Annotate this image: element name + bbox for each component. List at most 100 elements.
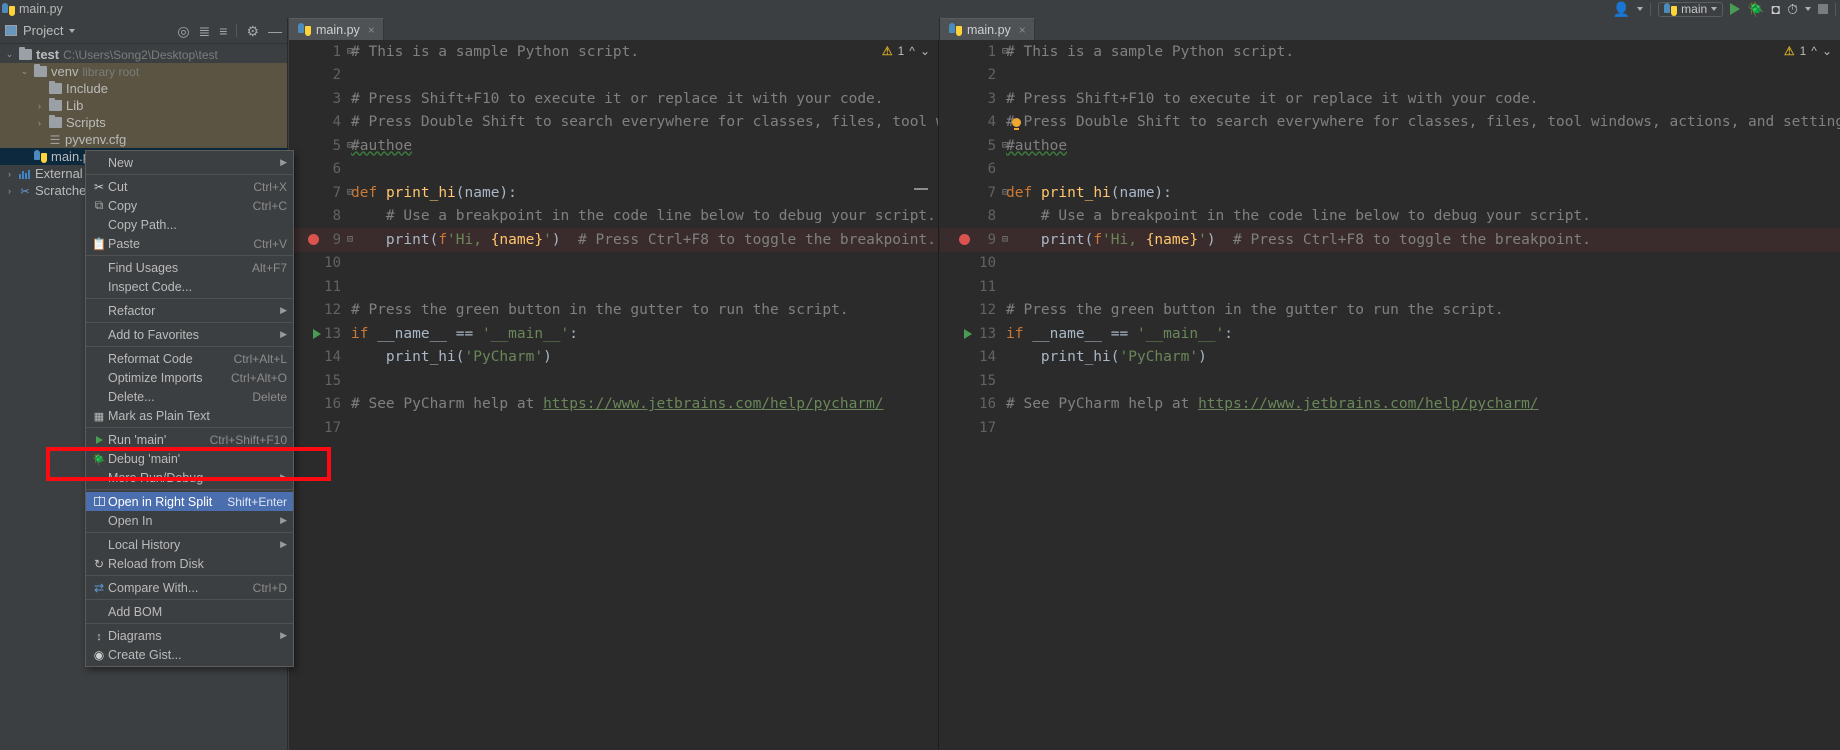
gutter-line-number[interactable]: 17 [289,420,345,436]
gutter-line-number[interactable]: 1 [289,44,345,60]
collapse-all-icon[interactable]: ≡ [219,24,227,38]
run-with-coverage-icon[interactable]: ◘ [1772,2,1780,16]
gear-icon[interactable]: ⚙ [246,24,259,38]
user-icon[interactable]: 👤 [1613,2,1630,16]
menu-item-reformat-code[interactable]: Reformat Code Ctrl+Alt+L [86,349,293,368]
code-fold-icon[interactable]: ⊟ [1002,234,1008,245]
gutter-line-number[interactable]: 10 [940,255,1000,271]
inspection-widget-right[interactable]: ⚠ 1 ^ ⌄ [1784,44,1832,58]
tree-item-test[interactable]: ⌄ test C:\Users\Song2\Desktop\test [0,46,287,63]
menu-item-open-in-right-split[interactable]: Open in Right Split Shift+Enter [86,492,293,511]
code-fold-icon[interactable]: ⊟ [347,234,353,245]
chevron-down-icon[interactable]: ⌄ [19,66,30,77]
project-panel-title[interactable]: Project [23,23,63,38]
tree-item-include[interactable]: ›Include [0,80,287,97]
tree-item-venv[interactable]: ⌄ venv library root [0,63,287,80]
gutter-line-number[interactable]: 5 [289,138,345,154]
menu-item-run-main[interactable]: Run 'main' Ctrl+Shift+F10 [86,430,293,449]
chevron-up-icon[interactable]: ^ [909,44,915,58]
tree-item-pyvenv-cfg[interactable]: ›☰pyvenv.cfg [0,131,287,148]
locate-icon[interactable]: ◎ [177,24,189,38]
close-icon[interactable]: × [1019,23,1026,37]
code-fold-icon[interactable]: ⊟ [347,46,353,57]
gutter-line-number[interactable]: 9 [289,232,345,248]
chevron-right-icon[interactable]: › [34,118,45,128]
breakpoint-icon[interactable] [959,234,970,246]
project-view-chevron-down-icon[interactable] [69,28,76,33]
chevron-up-icon[interactable]: ^ [1811,44,1817,58]
gutter-line-number[interactable]: 14 [940,349,1000,365]
gutter-line-number[interactable]: 14 [289,349,345,365]
gutter-line-number[interactable]: 8 [289,208,345,224]
run-configuration-selector[interactable]: main [1658,1,1724,17]
hide-icon[interactable]: — [268,24,282,38]
menu-item-mark-as-plain-text[interactable]: ▦ Mark as Plain Text [86,406,293,425]
menu-item-compare-with[interactable]: ⇄ Compare With... Ctrl+D [86,578,293,597]
menu-item-cut[interactable]: ✂ Cut Ctrl+X [86,177,293,196]
menu-item-new[interactable]: New ▶ [86,153,293,172]
editor-tab-main-py-left[interactable]: main.py × [289,18,384,40]
gutter-line-number[interactable]: 13 [940,326,1000,342]
gutter-line-number[interactable]: 12 [940,302,1000,318]
gutter-line-number[interactable]: 4 [289,114,345,130]
run-button[interactable] [1730,3,1741,15]
run-gutter-icon[interactable] [313,328,321,339]
gutter-line-number[interactable]: 15 [289,373,345,389]
gutter-line-number[interactable]: 17 [940,420,1000,436]
menu-item-reload-from-disk[interactable]: ↻ Reload from Disk [86,554,293,573]
intention-bulb-icon[interactable] [1012,117,1021,130]
gutter-line-number[interactable]: 11 [940,279,1000,295]
gutter-line-number[interactable]: 6 [289,161,345,177]
gutter-line-number[interactable]: 16 [289,396,345,412]
code-fold-icon[interactable]: ⊟ [1002,187,1008,198]
gutter-line-number[interactable]: 3 [940,91,1000,107]
menu-item-copy-path[interactable]: Copy Path... [86,215,293,234]
breakpoint-icon[interactable] [308,234,319,246]
editor-pane-left[interactable]: ⚠ 1 ^ ⌄ 1 ⊟ # This is a sample Python scri… [289,40,939,750]
gutter-line-number[interactable]: 12 [289,302,345,318]
gutter-line-number[interactable]: 9 [940,232,1000,248]
chevron-right-icon[interactable]: › [4,169,15,179]
menu-item-refactor[interactable]: Refactor ▶ [86,301,293,320]
profile-icon[interactable]: ⏱ [1787,2,1798,16]
gutter-line-number[interactable]: 2 [289,67,345,83]
menu-item-delete[interactable]: Delete... Delete [86,387,293,406]
user-chevron-down-icon[interactable] [1637,7,1644,11]
expand-all-icon[interactable]: ≣ [199,24,211,38]
chevron-down-icon[interactable]: ⌄ [1822,44,1832,58]
close-icon[interactable]: × [368,23,375,37]
editor-tab-main-py-right[interactable]: main.py × [940,18,1035,40]
code-fold-icon[interactable]: ⊟ [1002,140,1008,151]
breadcrumb[interactable]: main.py [0,2,63,16]
menu-item-paste[interactable]: 📋 Paste Ctrl+V [86,234,293,253]
chevron-right-icon[interactable]: › [4,186,15,196]
gutter-line-number[interactable]: 6 [940,161,1000,177]
editor-pane-right[interactable]: ⚠ 1 ^ ⌄ 1 ⊟ # This is a sample Python scri… [940,40,1840,750]
code-fold-icon[interactable]: ⊟ [347,187,353,198]
run-gutter-icon[interactable] [964,328,972,339]
gutter-line-number[interactable]: 13 [289,326,345,342]
menu-item-find-usages[interactable]: Find Usages Alt+F7 [86,258,293,277]
menu-item-diagrams[interactable]: ↕ Diagrams ▶ [86,626,293,645]
gutter-line-number[interactable]: 4 [940,114,1000,130]
code-fold-icon[interactable]: ⊟ [1002,46,1008,57]
code-fold-icon[interactable]: ⊟ [347,140,353,151]
menu-item-more-run-debug[interactable]: More Run/Debug ▶ [86,468,293,487]
gutter-line-number[interactable]: 8 [940,208,1000,224]
gutter-line-number[interactable]: 7 [940,185,1000,201]
menu-item-add-bom[interactable]: Add BOM [86,602,293,621]
chevron-down-icon[interactable]: ⌄ [4,49,15,60]
menu-item-add-to-favorites[interactable]: Add to Favorites ▶ [86,325,293,344]
debug-icon[interactable]: 🪲 [1747,2,1764,16]
gutter-line-number[interactable]: 11 [289,279,345,295]
gutter-line-number[interactable]: 5 [940,138,1000,154]
menu-item-debug-main[interactable]: 🪲 Debug 'main' [86,449,293,468]
gutter-line-number[interactable]: 2 [940,67,1000,83]
menu-item-optimize-imports[interactable]: Optimize Imports Ctrl+Alt+O [86,368,293,387]
stop-button[interactable] [1818,4,1828,14]
chevron-right-icon[interactable]: › [34,101,45,111]
context-menu[interactable]: New ▶ ✂ Cut Ctrl+X ⧉ Copy Ctrl+C Copy Path... 📋 Pa… [85,150,294,667]
gutter-line-number[interactable]: 10 [289,255,345,271]
menu-item-local-history[interactable]: Local History ▶ [86,535,293,554]
tree-item-scripts[interactable]: › Scripts [0,114,287,131]
